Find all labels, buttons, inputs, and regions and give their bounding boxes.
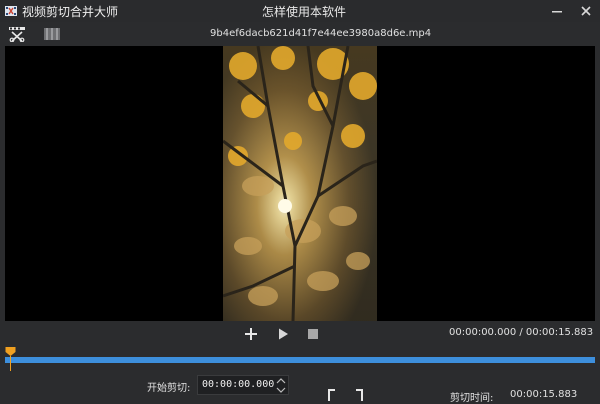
help-link[interactable]: 怎样使用本软件 — [262, 3, 346, 20]
cut-time-label: 剪切时间: — [450, 393, 494, 404]
cut-time-value: 00:00:15.883 — [510, 389, 578, 400]
close-icon[interactable] — [578, 3, 594, 19]
mark-in-icon[interactable] — [328, 389, 336, 401]
video-preview[interactable] — [5, 46, 595, 321]
spin-down-icon[interactable] — [276, 386, 286, 394]
trim-panel: 开始剪切: 00:00:00.000 剪切时间: 00:00:15.883 — [0, 371, 600, 404]
title-bar: 视频剪切合并大师 怎样使用本软件 — [0, 0, 600, 22]
spin-up-icon[interactable] — [276, 377, 286, 385]
app-title: 视频剪切合并大师 — [22, 5, 119, 19]
start-cut-value: 00:00:00.000 — [202, 379, 275, 390]
minimize-icon[interactable] — [549, 3, 565, 19]
film-scissors-icon — [5, 6, 17, 16]
playback-controls: 00:00:00.000 / 00:00:15.883 — [0, 321, 600, 347]
time-display: 00:00:00.000 / 00:00:15.883 — [449, 327, 594, 338]
toolbar: 9b4ef6dacb621d41f7e44ee3980a8d6e.mp4 — [0, 22, 600, 46]
start-cut-label: 开始剪切: — [147, 383, 191, 394]
playhead-marker[interactable] — [5, 347, 16, 371]
video-frame-image — [223, 46, 377, 321]
cut-tool-icon[interactable] — [8, 26, 26, 42]
video-frame — [223, 46, 377, 321]
film-strip-icon[interactable] — [43, 26, 61, 42]
plus-icon[interactable] — [244, 327, 258, 341]
play-icon[interactable] — [276, 327, 290, 341]
stop-icon[interactable] — [306, 327, 320, 341]
mark-out-icon[interactable] — [355, 389, 363, 401]
start-cut-field[interactable]: 00:00:00.000 — [197, 375, 289, 395]
timeline[interactable] — [0, 347, 600, 371]
file-name: 9b4ef6dacb621d41f7e44ee3980a8d6e.mp4 — [210, 28, 432, 39]
timeline-track[interactable] — [5, 357, 595, 363]
